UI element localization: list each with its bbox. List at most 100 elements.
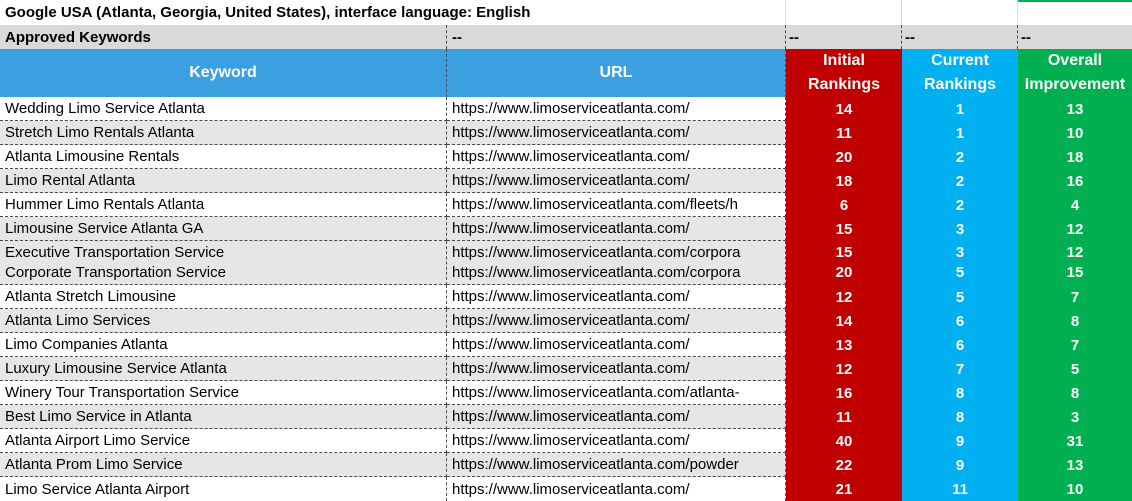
keyword-cell[interactable]: Limousine Service Atlanta GA [0, 217, 447, 241]
improvement-cell[interactable]: 3 [1018, 405, 1132, 429]
current-ranking-cell[interactable]: 2 [902, 145, 1018, 169]
improvement-cell[interactable]: 18 [1018, 145, 1132, 169]
dash-cell-url[interactable]: -- [447, 25, 786, 49]
initial-ranking-cell[interactable]: 13 [786, 333, 902, 357]
empty-cell[interactable] [1018, 0, 1132, 25]
initial-ranking-cell[interactable]: 20 [786, 145, 902, 169]
table-row: Atlanta Stretch Limousine https://www.li… [0, 285, 1132, 309]
keyword-cell[interactable]: Executive Transportation Service Corpora… [0, 241, 447, 285]
url-cell[interactable]: https://www.limoserviceatlanta.com/ [447, 309, 786, 333]
current-ranking-cell[interactable]: 5 [902, 285, 1018, 309]
url-cell[interactable]: https://www.limoserviceatlanta.com/ [447, 97, 786, 121]
current-ranking-value: 5 [955, 264, 965, 281]
column-header-initial-rankings[interactable]: Initial Rankings [786, 49, 902, 97]
initial-ranking-cell[interactable]: 16 [786, 381, 902, 405]
keyword-cell[interactable]: Wedding Limo Service Atlanta [0, 97, 447, 121]
current-ranking-cell[interactable]: 9 [902, 429, 1018, 453]
column-header-current-rankings[interactable]: Current Rankings [902, 49, 1018, 97]
improvement-cell[interactable]: 4 [1018, 193, 1132, 217]
current-ranking-cell[interactable]: 6 [902, 333, 1018, 357]
improvement-cell[interactable]: 8 [1018, 309, 1132, 333]
keyword-cell[interactable]: Limo Rental Atlanta [0, 169, 447, 193]
url-cell[interactable]: https://www.limoserviceatlanta.com/ [447, 285, 786, 309]
current-ranking-cell[interactable]: 3 5 [902, 241, 1018, 285]
improvement-cell[interactable]: 12 [1018, 217, 1132, 241]
initial-ranking-cell[interactable]: 11 [786, 405, 902, 429]
keyword-cell[interactable]: Limo Service Atlanta Airport [0, 477, 447, 501]
url-cell[interactable]: https://www.limoserviceatlanta.com/powde… [447, 453, 786, 477]
keyword-cell[interactable]: Luxury Limousine Service Atlanta [0, 357, 447, 381]
improvement-cell[interactable]: 31 [1018, 429, 1132, 453]
keyword-cell[interactable]: Best Limo Service in Atlanta [0, 405, 447, 429]
improvement-cell[interactable]: 12 15 [1018, 241, 1132, 285]
initial-ranking-cell[interactable]: 11 [786, 121, 902, 145]
initial-ranking-cell[interactable]: 40 [786, 429, 902, 453]
keyword-cell[interactable]: Atlanta Prom Limo Service [0, 453, 447, 477]
keyword-cell[interactable]: Atlanta Stretch Limousine [0, 285, 447, 309]
initial-ranking-cell[interactable]: 12 [786, 285, 902, 309]
dash-cell-current[interactable]: -- [902, 25, 1018, 49]
keyword-line: Corporate Transportation Service [5, 263, 226, 281]
sheet-title[interactable]: Google USA (Atlanta, Georgia, United Sta… [0, 0, 786, 25]
current-ranking-cell[interactable]: 7 [902, 357, 1018, 381]
current-ranking-cell[interactable]: 8 [902, 405, 1018, 429]
url-cell[interactable]: https://www.limoserviceatlanta.com/ [447, 357, 786, 381]
initial-ranking-cell[interactable]: 6 [786, 193, 902, 217]
url-cell[interactable]: https://www.limoserviceatlanta.com/ [447, 121, 786, 145]
keyword-cell[interactable]: Limo Companies Atlanta [0, 333, 447, 357]
current-ranking-cell[interactable]: 8 [902, 381, 1018, 405]
improvement-cell[interactable]: 13 [1018, 97, 1132, 121]
current-ranking-cell[interactable]: 1 [902, 121, 1018, 145]
url-cell[interactable]: https://www.limoserviceatlanta.com/ [447, 145, 786, 169]
empty-cell[interactable] [786, 0, 902, 25]
initial-ranking-cell[interactable]: 12 [786, 357, 902, 381]
table-row: Winery Tour Transportation Service https… [0, 381, 1132, 405]
improvement-cell[interactable]: 7 [1018, 333, 1132, 357]
keyword-cell[interactable]: Atlanta Limo Services [0, 309, 447, 333]
initial-ranking-cell[interactable]: 18 [786, 169, 902, 193]
dash-cell-overall[interactable]: -- [1018, 25, 1132, 49]
dash-cell-initial[interactable]: -- [786, 25, 902, 49]
column-header-url[interactable]: URL [447, 49, 786, 97]
approved-keywords-label[interactable]: Approved Keywords [0, 25, 447, 49]
current-ranking-value: 3 [955, 244, 965, 261]
url-cell[interactable]: https://www.limoserviceatlanta.com/ [447, 217, 786, 241]
current-ranking-cell[interactable]: 2 [902, 193, 1018, 217]
improvement-cell[interactable]: 13 [1018, 453, 1132, 477]
url-cell[interactable]: https://www.limoserviceatlanta.com/ [447, 429, 786, 453]
url-cell[interactable]: https://www.limoserviceatlanta.com/ [447, 477, 786, 501]
keyword-cell[interactable]: Winery Tour Transportation Service [0, 381, 447, 405]
initial-ranking-cell[interactable]: 14 [786, 97, 902, 121]
keyword-cell[interactable]: Atlanta Limousine Rentals [0, 145, 447, 169]
improvement-cell[interactable]: 7 [1018, 285, 1132, 309]
keyword-cell[interactable]: Stretch Limo Rentals Atlanta [0, 121, 447, 145]
improvement-cell[interactable]: 10 [1018, 121, 1132, 145]
initial-ranking-cell[interactable]: 14 [786, 309, 902, 333]
keyword-cell[interactable]: Hummer Limo Rentals Atlanta [0, 193, 447, 217]
current-ranking-cell[interactable]: 1 [902, 97, 1018, 121]
url-cell[interactable]: https://www.limoserviceatlanta.com/ [447, 333, 786, 357]
initial-ranking-cell[interactable]: 15 20 [786, 241, 902, 285]
initial-ranking-cell[interactable]: 21 [786, 477, 902, 501]
improvement-cell[interactable]: 16 [1018, 169, 1132, 193]
url-cell[interactable]: https://www.limoserviceatlanta.com/ [447, 169, 786, 193]
current-ranking-cell[interactable]: 3 [902, 217, 1018, 241]
url-cell[interactable]: https://www.limoserviceatlanta.com/atlan… [447, 381, 786, 405]
current-ranking-cell[interactable]: 9 [902, 453, 1018, 477]
current-ranking-cell[interactable]: 2 [902, 169, 1018, 193]
initial-ranking-cell[interactable]: 22 [786, 453, 902, 477]
table-row: Wedding Limo Service Atlanta https://www… [0, 97, 1132, 121]
improvement-cell[interactable]: 10 [1018, 477, 1132, 501]
url-cell[interactable]: https://www.limoserviceatlanta.com/corpo… [447, 241, 786, 285]
current-ranking-cell[interactable]: 11 [902, 477, 1018, 501]
url-cell[interactable]: https://www.limoserviceatlanta.com/ [447, 405, 786, 429]
url-cell[interactable]: https://www.limoserviceatlanta.com/fleet… [447, 193, 786, 217]
current-ranking-cell[interactable]: 6 [902, 309, 1018, 333]
improvement-cell[interactable]: 8 [1018, 381, 1132, 405]
improvement-cell[interactable]: 5 [1018, 357, 1132, 381]
column-header-keyword[interactable]: Keyword [0, 49, 447, 97]
initial-ranking-cell[interactable]: 15 [786, 217, 902, 241]
column-header-overall-improvement[interactable]: Overall Improvement [1018, 49, 1132, 97]
empty-cell[interactable] [902, 0, 1018, 25]
keyword-cell[interactable]: Atlanta Airport Limo Service [0, 429, 447, 453]
